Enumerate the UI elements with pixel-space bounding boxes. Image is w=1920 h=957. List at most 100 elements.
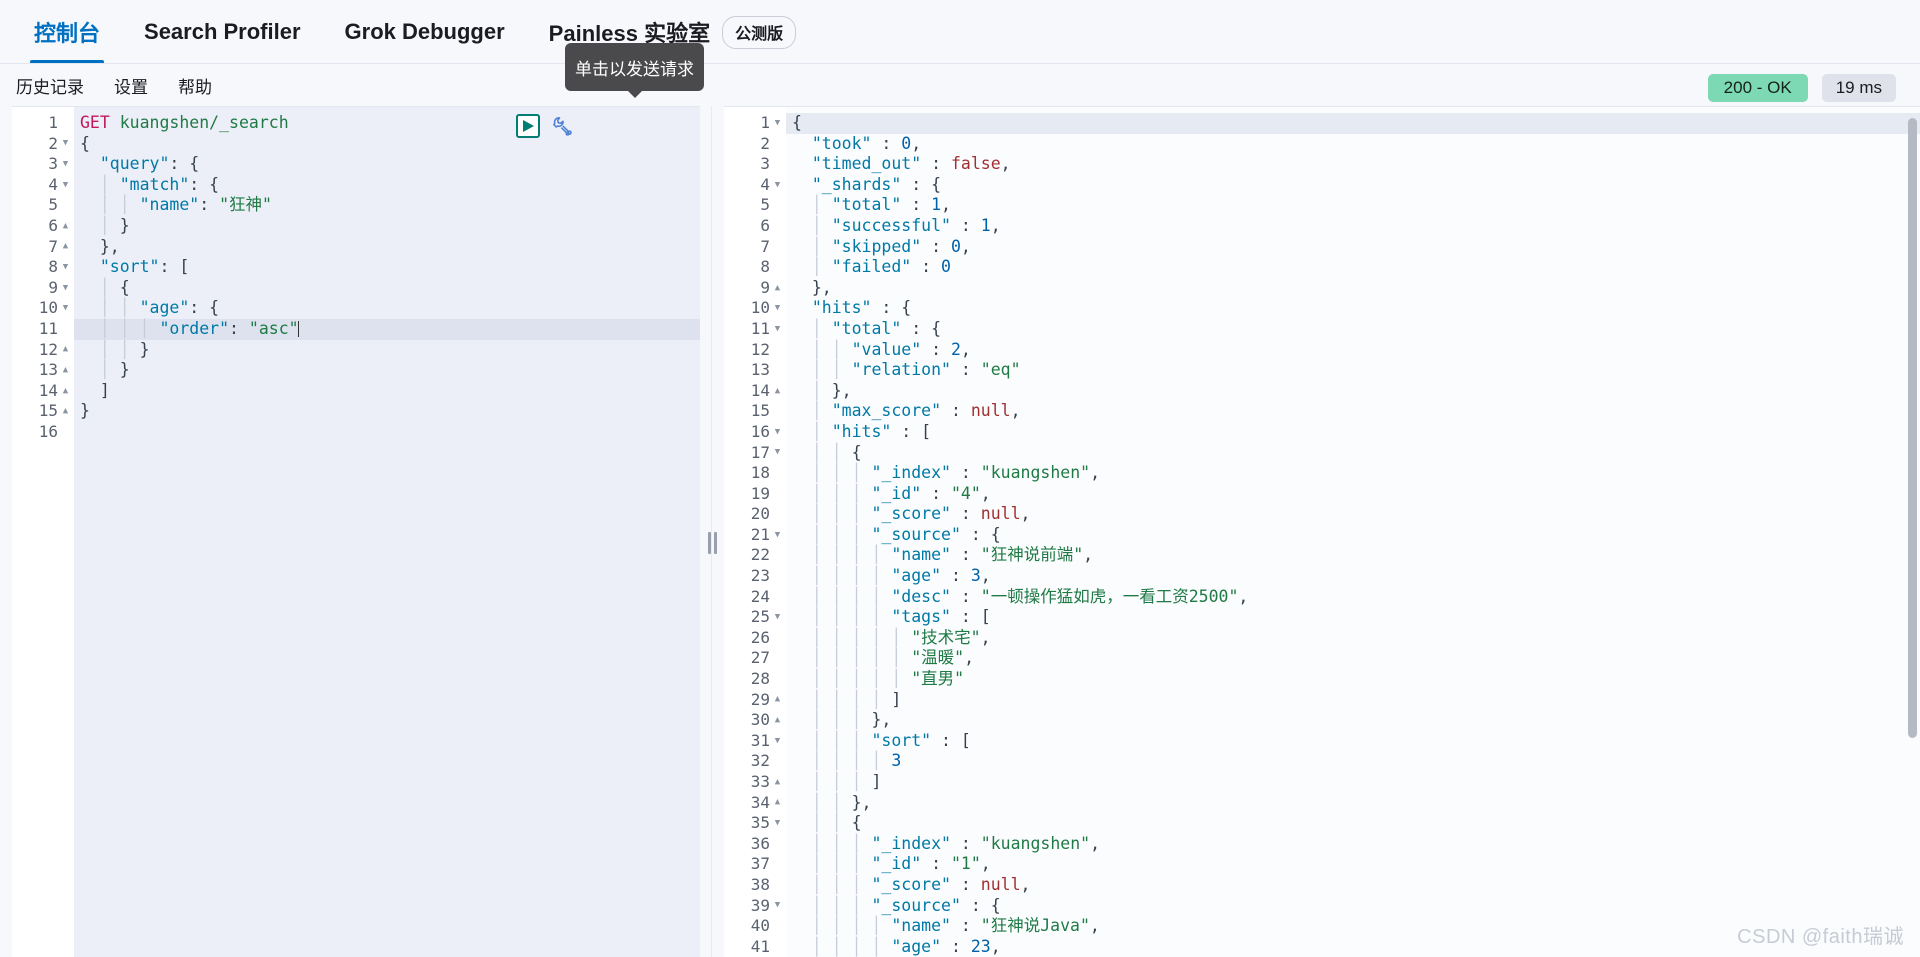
code-line[interactable]: "timed_out" : false, [786,154,1920,175]
nav-tab-console[interactable]: 控制台 [12,0,122,64]
code-line[interactable]: }, [786,278,1920,299]
fold-down-icon[interactable]: ▼ [773,180,782,190]
code-line[interactable]: │ │ } [74,340,700,361]
submenu-item-help[interactable]: 帮助 [178,73,212,98]
fold-up-icon[interactable]: ▲ [61,221,70,231]
code-line[interactable]: │ │ }, [786,793,1920,814]
submenu-item-history[interactable]: 历史记录 [16,73,84,98]
fold-up-icon[interactable]: ▲ [61,407,70,416]
code-line[interactable]: │ │ │ "_index" : "kuangshen", [786,834,1920,855]
fold-down-icon[interactable]: ▼ [61,139,70,148]
code-line[interactable]: │ │ { [786,813,1920,834]
code-line[interactable]: │ │ │ "order": "asc" [74,318,700,340]
code-line[interactable]: │ │ "value" : 2, [786,340,1920,361]
fold-down-icon[interactable]: ▼ [773,427,782,437]
fold-up-icon[interactable]: ▲ [773,695,782,704]
fold-down-icon[interactable]: ▼ [773,324,782,334]
code-line[interactable]: "_shards" : { [786,175,1920,196]
code-line[interactable]: │ │ │ │ │ "直男" [786,669,1920,690]
code-line[interactable]: │ │ │ "_score" : null, [786,875,1920,896]
fold-down-icon[interactable]: ▼ [773,613,782,622]
code-line[interactable]: │ "failed" : 0 [786,257,1920,278]
response-scrollbar[interactable] [1907,108,1918,955]
code-line[interactable]: │ }, [786,381,1920,402]
fold-down-icon[interactable]: ▼ [773,736,782,746]
code-line[interactable]: │ │ │ "_source" : { [786,896,1920,917]
code-line[interactable]: │ │ │ "_index" : "kuangshen", [786,463,1920,484]
fold-down-icon[interactable]: ▼ [773,901,782,910]
nav-tab-search-profiler[interactable]: Search Profiler [122,0,323,64]
play-icon[interactable] [516,114,540,138]
code-line[interactable]: │ } [74,360,700,381]
fold-down-icon[interactable]: ▼ [61,304,70,313]
code-line[interactable]: }, [74,237,700,258]
code-line[interactable]: { [74,134,700,155]
code-line[interactable]: │ │ │ │ │ "温暖", [786,648,1920,669]
code-line[interactable]: │ │ │ │ 3 [786,751,1920,772]
code-line[interactable]: │ "skipped" : 0, [786,237,1920,258]
code-line[interactable]: │ "hits" : [ [786,422,1920,443]
code-line[interactable]: │ "total" : 1, [786,195,1920,216]
fold-up-icon[interactable]: ▲ [61,345,70,354]
code-line[interactable]: │ │ │ │ "age" : 3, [786,566,1920,587]
nav-tab-grok-debugger[interactable]: Grok Debugger [323,0,527,64]
code-line[interactable]: │ │ │ "_score" : null, [786,504,1920,525]
code-line[interactable]: │ "total" : { [786,319,1920,340]
fold-up-icon[interactable]: ▲ [61,242,70,251]
code-line[interactable]: │ { [74,278,700,299]
submenu-item-settings[interactable]: 设置 [114,73,148,98]
code-line[interactable]: │ "successful" : 1, [786,216,1920,237]
fold-down-icon[interactable]: ▼ [61,159,70,169]
fold-up-icon[interactable]: ▲ [773,386,782,396]
fold-down-icon[interactable]: ▼ [61,262,70,272]
code-line[interactable]: │ │ "age": { [74,298,700,319]
code-line[interactable]: │ } [74,216,700,237]
code-line[interactable]: "query": { [74,154,700,175]
fold-down-icon[interactable]: ▼ [773,304,782,313]
code-line[interactable]: │ │ │ │ "name" : "狂神说前端", [786,545,1920,566]
code-line[interactable]: │ │ │ │ "age" : 23, [786,937,1920,957]
fold-down-icon[interactable]: ▼ [773,530,782,540]
fold-up-icon[interactable]: ▲ [773,716,782,725]
code-line[interactable]: │ │ │ ] [786,772,1920,793]
code-line[interactable]: │ │ │ │ "name" : "狂神说Java", [786,916,1920,937]
fold-down-icon[interactable]: ▼ [61,283,70,293]
fold-up-icon[interactable]: ▲ [773,283,782,293]
code-line[interactable]: │ │ │ │ "tags" : [ [786,607,1920,628]
code-line[interactable]: │ │ "name": "狂神" [74,195,700,216]
code-line[interactable]: } [74,401,700,422]
code-line[interactable]: │ │ │ │ ] [786,690,1920,711]
code-line[interactable]: │ "match": { [74,175,700,196]
wrench-icon[interactable] [550,114,574,138]
pane-splitter[interactable] [700,106,724,957]
response-code-area[interactable]: { "took" : 0, "timed_out" : false, "_sha… [786,107,1920,957]
code-line[interactable]: GET kuangshen/_search [74,113,700,134]
code-line[interactable]: │ │ "relation" : "eq" [786,360,1920,381]
fold-down-icon[interactable]: ▼ [773,118,782,128]
response-scrollbar-thumb[interactable] [1908,118,1917,738]
fold-up-icon[interactable]: ▲ [773,798,782,807]
code-line[interactable]: │ │ │ │ │ "技术宅", [786,628,1920,649]
fold-down-icon[interactable]: ▼ [773,448,782,457]
fold-up-icon[interactable]: ▲ [61,365,70,375]
request-editor[interactable]: 1 2 ▼ 3 ▼ 4 ▼ 5 6 ▲ 7 ▲ 8 ▼ 9 ▼ 10 ▼ 11 12 ▲ 13 ▲ 14 ▲ 15 ▲ 16 GET … [12,106,700,957]
code-line[interactable]: { [786,113,1920,134]
code-line[interactable]: │ │ │ │ "desc" : "一顿操作猛如虎，一看工资2500", [786,587,1920,608]
request-code-area[interactable]: GET kuangshen/_search{ "query": { │ "mat… [74,107,700,957]
fold-down-icon[interactable]: ▼ [61,180,70,190]
code-line[interactable] [74,422,700,443]
code-line[interactable]: │ │ │ "_id" : "1", [786,854,1920,875]
code-line[interactable]: ] [74,381,700,402]
code-line[interactable]: │ │ │ "sort" : [ [786,731,1920,752]
fold-down-icon[interactable]: ▼ [773,818,782,828]
code-line[interactable]: │ │ { [786,443,1920,464]
code-line[interactable]: "hits" : { [786,298,1920,319]
code-line[interactable]: "sort": [ [74,257,700,278]
code-line[interactable]: │ "max_score" : null, [786,401,1920,422]
fold-up-icon[interactable]: ▲ [773,777,782,787]
code-line[interactable]: │ │ │ "_source" : { [786,525,1920,546]
code-line[interactable]: "took" : 0, [786,134,1920,155]
splitter-drag-handle[interactable] [706,530,718,556]
fold-up-icon[interactable]: ▲ [61,386,70,396]
code-line[interactable]: │ │ │ }, [786,710,1920,731]
